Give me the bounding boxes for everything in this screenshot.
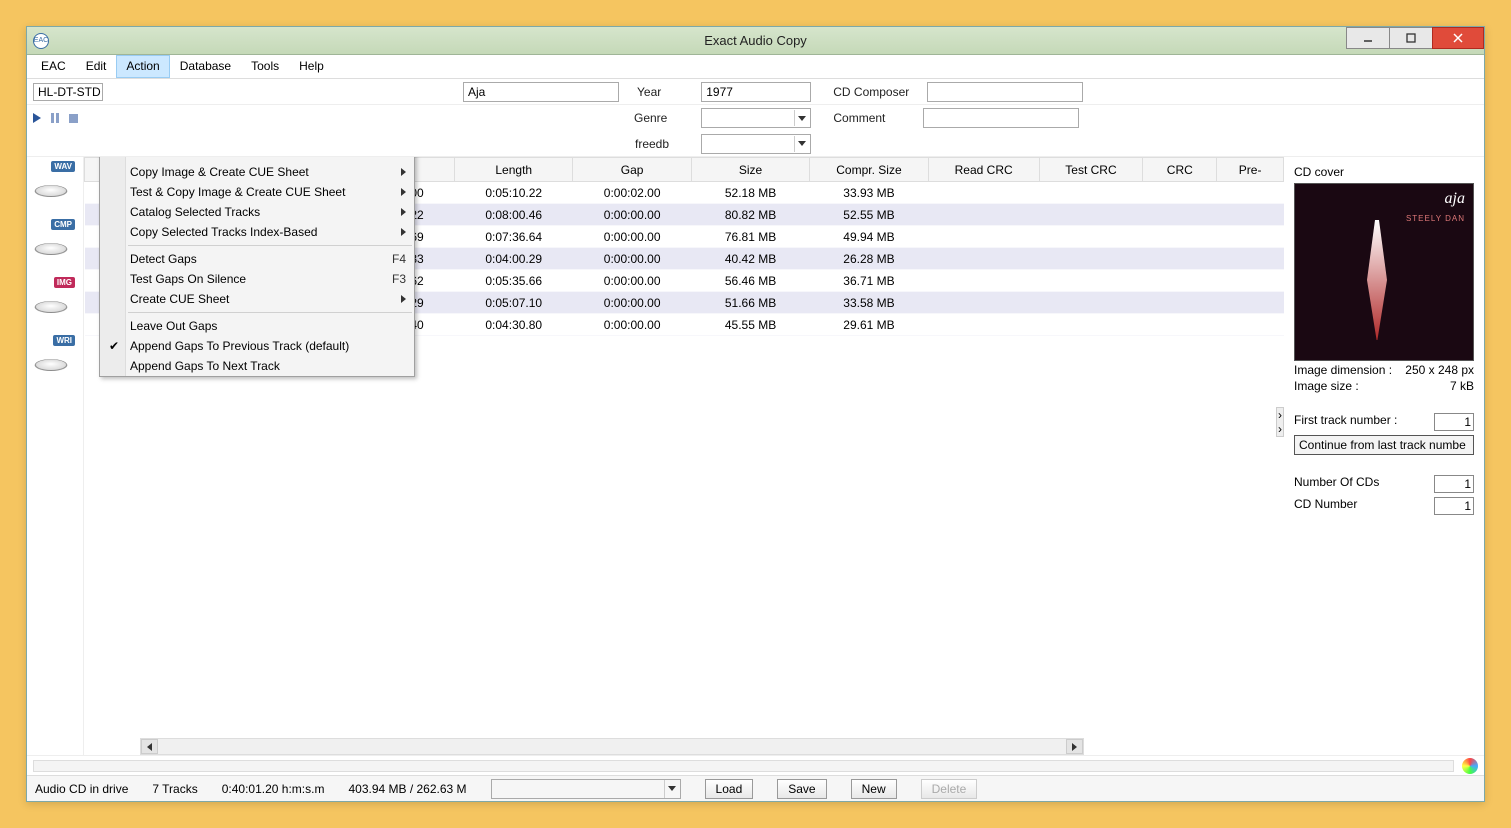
new-button[interactable]: New xyxy=(851,779,897,799)
menu-action[interactable]: Action xyxy=(116,55,169,78)
menu-item[interactable]: Create CUE Sheet xyxy=(100,289,414,309)
composer-input[interactable] xyxy=(927,82,1083,102)
column-header[interactable]: Test CRC xyxy=(1039,158,1143,182)
rip-wav-button[interactable]: WAV xyxy=(31,161,75,201)
drive-selector[interactable]: HL-DT-STD xyxy=(33,83,103,101)
genre-combo[interactable] xyxy=(701,108,811,128)
column-header[interactable]: Read CRC xyxy=(928,158,1039,182)
menu-item[interactable]: Copy Selected Tracks Index-Based xyxy=(100,222,414,242)
progress-track xyxy=(33,760,1454,772)
composer-label: CD Composer xyxy=(833,85,909,99)
image-dimension-label: Image dimension : xyxy=(1294,363,1392,377)
menu-item[interactable]: Detect GapsF4 xyxy=(100,249,414,269)
statusbar: Audio CD in drive 7 Tracks 0:40:01.20 h:… xyxy=(27,775,1484,801)
menu-item[interactable]: Catalog Selected Tracks xyxy=(100,202,414,222)
continue-numbering-button[interactable]: Continue from last track numbe xyxy=(1294,435,1474,455)
left-toolbar: WAV CMP IMG WRI xyxy=(27,157,83,755)
write-button[interactable]: WRI xyxy=(31,335,75,375)
cd-title-input[interactable] xyxy=(463,82,619,102)
maximize-button[interactable] xyxy=(1389,27,1433,49)
cover-label: CD cover xyxy=(1294,165,1474,179)
column-header[interactable]: Gap xyxy=(573,158,691,182)
progress-bar-row xyxy=(27,755,1484,775)
comment-input[interactable] xyxy=(923,108,1079,128)
cd-number-input[interactable] xyxy=(1434,497,1474,515)
menu-item[interactable]: Leave Out Gaps xyxy=(100,316,414,336)
comment-label: Comment xyxy=(833,111,885,125)
column-header[interactable]: Size xyxy=(691,158,809,182)
image-dimension-value: 250 x 248 px xyxy=(1405,363,1474,377)
year-input[interactable] xyxy=(701,82,811,102)
menu-item[interactable]: Append Gaps To Next Track xyxy=(100,356,414,376)
year-label: Year xyxy=(637,85,661,99)
close-button[interactable] xyxy=(1432,27,1484,49)
column-header[interactable]: Pre- xyxy=(1217,158,1284,182)
menu-item[interactable]: Copy Image & Create CUE Sheet xyxy=(100,162,414,182)
stop-icon[interactable] xyxy=(69,114,78,123)
save-button[interactable]: Save xyxy=(777,779,826,799)
panel-splitter[interactable]: ›› xyxy=(1276,407,1284,437)
image-size-value: 7 kB xyxy=(1450,379,1474,393)
num-cds-label: Number Of CDs xyxy=(1294,475,1379,493)
column-header[interactable]: Length xyxy=(455,158,573,182)
freedb-label: freedb xyxy=(635,137,669,151)
status-tracks: 7 Tracks xyxy=(152,782,197,796)
rip-compressed-button[interactable]: CMP xyxy=(31,219,75,259)
menu-tools[interactable]: Tools xyxy=(241,55,289,78)
delete-button[interactable]: Delete xyxy=(921,779,978,799)
menubar: EAC Edit Action Database Tools Help xyxy=(27,55,1484,79)
profile-combo[interactable] xyxy=(491,779,681,799)
info-row-2: Genre Comment xyxy=(27,105,1484,131)
freedb-combo[interactable] xyxy=(701,134,811,154)
menu-edit[interactable]: Edit xyxy=(76,55,117,78)
rip-image-button[interactable]: IMG xyxy=(31,277,75,317)
minimize-button[interactable] xyxy=(1346,27,1390,49)
menu-item[interactable]: ✔Append Gaps To Previous Track (default) xyxy=(100,336,414,356)
app-window: EAC Exact Audio Copy EAC Edit Action Dat… xyxy=(26,26,1485,802)
status-duration: 0:40:01.20 h:m:s.m xyxy=(222,782,325,796)
menu-item[interactable]: Test & Copy Image & Create CUE Sheet xyxy=(100,182,414,202)
status-size: 403.94 MB / 262.63 M xyxy=(348,782,466,796)
first-track-input[interactable] xyxy=(1434,413,1474,431)
action-menu-dropdown: Copy Selected TracksTest & Copy Selected… xyxy=(99,157,415,377)
column-header[interactable]: Compr. Size xyxy=(810,158,928,182)
pause-icon[interactable] xyxy=(51,113,59,123)
accuraterip-icon[interactable] xyxy=(1462,758,1478,774)
titlebar: EAC Exact Audio Copy xyxy=(27,27,1484,55)
cd-cover-image[interactable]: aja STEELY DAN xyxy=(1294,183,1474,361)
app-icon: EAC xyxy=(33,33,49,49)
window-title: Exact Audio Copy xyxy=(704,33,807,48)
menu-item[interactable]: Test Gaps On SilenceF3 xyxy=(100,269,414,289)
cd-number-label: CD Number xyxy=(1294,497,1357,515)
menu-help[interactable]: Help xyxy=(289,55,334,78)
genre-label: Genre xyxy=(634,111,667,125)
image-size-label: Image size : xyxy=(1294,379,1359,393)
num-cds-input[interactable] xyxy=(1434,475,1474,493)
first-track-label: First track number : xyxy=(1294,413,1397,431)
right-panel: ›› CD cover aja STEELY DAN Image dimensi… xyxy=(1284,157,1484,755)
load-button[interactable]: Load xyxy=(705,779,754,799)
status-drive: Audio CD in drive xyxy=(35,782,128,796)
info-row-1: HL-DT-STD Year CD Composer xyxy=(27,79,1484,105)
info-row-3: freedb xyxy=(27,131,1484,157)
menu-eac[interactable]: EAC xyxy=(31,55,76,78)
menu-database[interactable]: Database xyxy=(170,55,241,78)
column-header[interactable]: CRC xyxy=(1143,158,1217,182)
play-icon[interactable] xyxy=(33,113,41,123)
horizontal-scrollbar[interactable] xyxy=(140,738,1084,755)
